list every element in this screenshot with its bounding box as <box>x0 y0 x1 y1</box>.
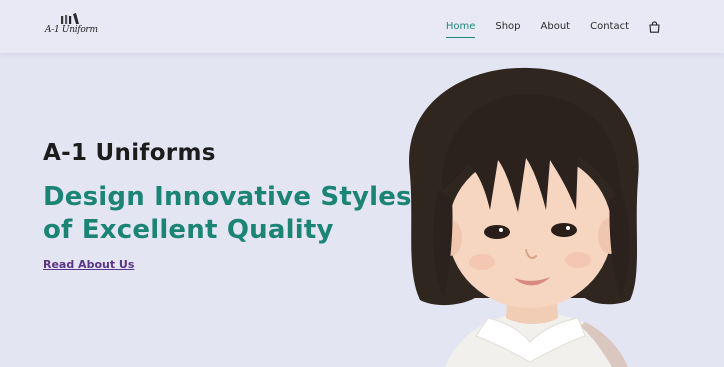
clothes-rack-icon <box>61 13 79 24</box>
read-about-us-link[interactable]: Read About Us <box>43 258 134 271</box>
nav-shop[interactable]: Shop <box>495 20 520 34</box>
hero-title: A-1 Uniforms <box>43 140 216 166</box>
nav-contact[interactable]: Contact <box>590 20 629 34</box>
shopping-bag-icon[interactable] <box>649 21 660 33</box>
site-logo[interactable]: A-1 Uniform <box>45 12 98 40</box>
hero-subtitle-line-1: Design Innovative Styles <box>43 182 412 212</box>
hero-subtitle-line-2: of Excellent Quality <box>43 215 334 245</box>
nav-home[interactable]: Home <box>445 20 475 38</box>
hero-subtitle: Design Innovative Styles of Excellent Qu… <box>43 181 412 247</box>
site-header: A-1 Uniform Home Shop About Contact <box>0 0 724 53</box>
nav-about[interactable]: About <box>541 20 571 34</box>
hero-girl-image <box>409 67 639 367</box>
main-nav: Home Shop About Contact <box>426 19 660 38</box>
logo-text: A-1 Uniform <box>45 25 98 35</box>
page: A-1 Uniform Home Shop About Contact A-1 … <box>0 0 724 367</box>
